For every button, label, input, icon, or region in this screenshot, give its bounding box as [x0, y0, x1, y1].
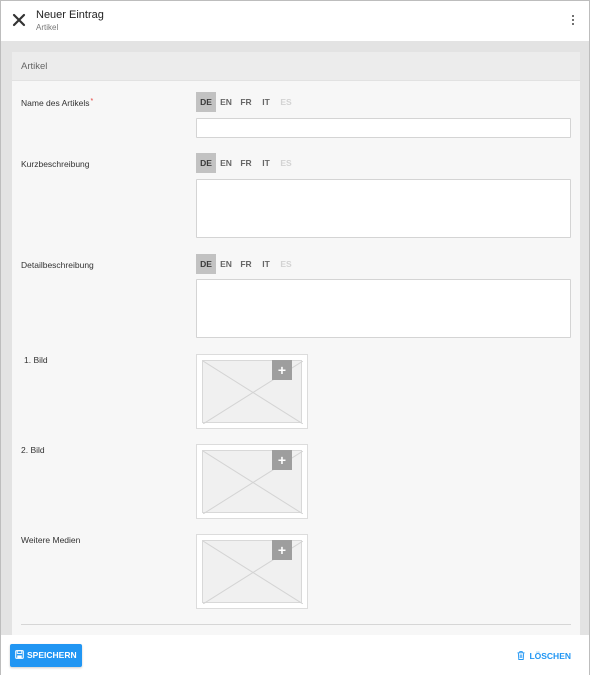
save-button[interactable]: SPEICHERN: [10, 644, 82, 667]
tab-it[interactable]: IT: [256, 153, 276, 173]
dialog-header: Neuer Eintrag Artikel: [1, 1, 589, 41]
dialog-footer: SPEICHERN LÖSCHEN: [1, 635, 589, 675]
more-vert-icon[interactable]: [567, 13, 579, 29]
name-label-text: Name des Artikels: [21, 98, 90, 108]
tab-de[interactable]: DE: [196, 254, 216, 274]
tab-es: ES: [280, 158, 292, 168]
save-label: SPEICHERN: [27, 650, 77, 660]
name-language-tabs: DE EN FR IT ES: [196, 92, 296, 112]
name-input[interactable]: [196, 118, 571, 138]
tab-de[interactable]: DE: [196, 153, 216, 173]
tab-it[interactable]: IT: [256, 254, 276, 274]
article-card: Artikel Name des Artikels* DE EN FR IT E…: [12, 52, 580, 642]
add-image2-button[interactable]: +: [272, 450, 292, 470]
tab-es: ES: [280, 259, 292, 269]
delete-button[interactable]: LÖSCHEN: [517, 651, 571, 661]
detail-desc-label: Detailbeschreibung: [21, 260, 94, 270]
tab-en[interactable]: EN: [216, 153, 236, 173]
short-desc-language-tabs: DE EN FR IT ES: [196, 153, 296, 173]
required-mark: *: [90, 98, 94, 105]
detail-desc-textarea[interactable]: [196, 279, 571, 338]
short-desc-label: Kurzbeschreibung: [21, 159, 90, 169]
short-desc-textarea[interactable]: [196, 179, 571, 238]
close-icon[interactable]: [10, 11, 28, 29]
card-title: Artikel: [12, 52, 580, 81]
add-image1-button[interactable]: +: [272, 360, 292, 380]
dialog-title: Neuer Eintrag: [36, 9, 104, 21]
dialog-subtitle: Artikel: [36, 23, 59, 32]
app-window: Neuer Eintrag Artikel Artikel Name des A…: [0, 0, 590, 675]
save-icon: [15, 650, 24, 659]
tab-it[interactable]: IT: [256, 92, 276, 112]
tab-fr[interactable]: FR: [236, 254, 256, 274]
more-media-label: Weitere Medien: [21, 535, 81, 545]
image2-upload[interactable]: +: [196, 444, 308, 519]
name-label: Name des Artikels*: [21, 98, 93, 108]
trash-icon: [517, 651, 525, 660]
image2-label: 2. Bild: [21, 445, 45, 455]
tab-fr[interactable]: FR: [236, 153, 256, 173]
divider: [21, 624, 571, 625]
tab-de[interactable]: DE: [196, 92, 216, 112]
detail-desc-language-tabs: DE EN FR IT ES: [196, 254, 296, 274]
more-media-upload[interactable]: +: [196, 534, 308, 609]
add-more-media-button[interactable]: +: [272, 540, 292, 560]
tab-en[interactable]: EN: [216, 92, 236, 112]
tab-en[interactable]: EN: [216, 254, 236, 274]
delete-label: LÖSCHEN: [529, 651, 571, 661]
image1-label: 1. Bild: [24, 355, 48, 365]
tab-fr[interactable]: FR: [236, 92, 256, 112]
image1-upload[interactable]: +: [196, 354, 308, 429]
tab-es: ES: [280, 97, 292, 107]
